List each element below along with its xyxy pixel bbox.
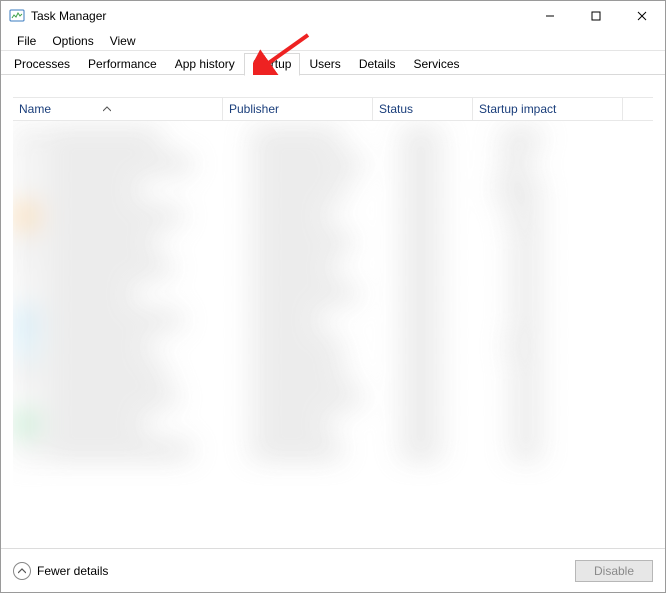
startup-list[interactable] xyxy=(13,121,653,548)
window-controls xyxy=(527,1,665,31)
column-name-label: Name xyxy=(19,102,51,116)
menubar: File Options View xyxy=(1,31,665,51)
column-status[interactable]: Status xyxy=(373,98,473,120)
tab-performance[interactable]: Performance xyxy=(79,53,166,75)
menu-view[interactable]: View xyxy=(102,32,144,50)
column-name[interactable]: Name xyxy=(13,98,223,120)
column-impact-label: Startup impact xyxy=(479,102,556,116)
column-filler xyxy=(623,98,653,120)
disable-button[interactable]: Disable xyxy=(575,560,653,582)
tabstrip: Processes Performance App history Startu… xyxy=(1,51,665,75)
sort-ascending-icon xyxy=(103,104,111,114)
task-manager-window: Task Manager File Options View Processes… xyxy=(0,0,666,593)
fewer-details-button[interactable]: Fewer details xyxy=(13,562,108,580)
tab-users[interactable]: Users xyxy=(300,53,349,75)
menu-options[interactable]: Options xyxy=(44,32,101,50)
chevron-up-icon xyxy=(13,562,31,580)
menu-file[interactable]: File xyxy=(9,32,44,50)
app-icon xyxy=(9,8,25,24)
tab-services[interactable]: Services xyxy=(405,53,469,75)
tab-startup[interactable]: Startup xyxy=(244,53,301,76)
minimize-button[interactable] xyxy=(527,1,573,31)
column-impact[interactable]: Startup impact xyxy=(473,98,623,120)
tab-details[interactable]: Details xyxy=(350,53,405,75)
window-title: Task Manager xyxy=(31,9,106,23)
maximize-button[interactable] xyxy=(573,1,619,31)
column-publisher[interactable]: Publisher xyxy=(223,98,373,120)
column-publisher-label: Publisher xyxy=(229,102,279,116)
disable-button-label: Disable xyxy=(594,564,634,578)
column-status-label: Status xyxy=(379,102,413,116)
tab-app-history[interactable]: App history xyxy=(166,53,244,75)
close-button[interactable] xyxy=(619,1,665,31)
tab-processes[interactable]: Processes xyxy=(5,53,79,75)
footer: Fewer details Disable xyxy=(1,548,665,592)
fewer-details-label: Fewer details xyxy=(37,564,108,578)
content-area: Name Publisher Status Startup impact xyxy=(1,75,665,548)
blurred-content xyxy=(13,125,653,485)
titlebar: Task Manager xyxy=(1,1,665,31)
column-headers: Name Publisher Status Startup impact xyxy=(13,97,653,121)
